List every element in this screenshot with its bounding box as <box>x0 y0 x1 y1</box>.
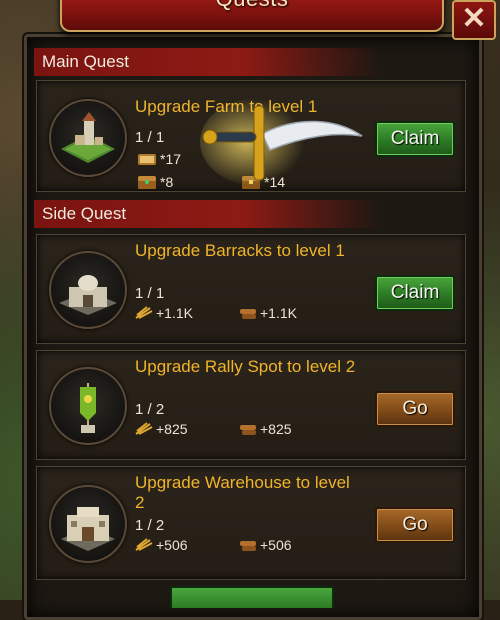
wood-icon <box>239 538 257 555</box>
main-quest-title: Upgrade Farm to level 1 <box>135 97 318 116</box>
dialog-title: Quests <box>62 0 442 12</box>
wood-icon <box>239 422 257 439</box>
dialog-title-banner: Quests <box>60 0 444 32</box>
gem-chest-icon <box>137 174 157 193</box>
reward-food: +506 <box>135 537 188 555</box>
side-quest-card: Upgrade Rally Spot to level 2 1 / 2 +825… <box>36 350 466 460</box>
book-icon <box>137 151 157 170</box>
bottom-action-button[interactable] <box>170 586 334 608</box>
main-quest-claim-button[interactable]: Claim <box>375 121 455 157</box>
reward-gem-chest-text: *8 <box>160 174 174 191</box>
reward-food-text: +1.1K <box>156 305 193 321</box>
side-quest-go-button[interactable]: Go <box>375 391 455 427</box>
chest-icon <box>241 174 261 193</box>
side-quest-title: Upgrade Rally Spot to level 2 <box>135 357 356 376</box>
side-quest-title: Upgrade Warehouse to level 2 <box>135 473 350 512</box>
reward-food-text: +825 <box>156 421 188 437</box>
reward-wood-text: +825 <box>260 421 292 437</box>
reward-food-text: +506 <box>156 537 188 553</box>
reward-chest: *14 <box>241 174 285 193</box>
side-quest-progress: 1 / 2 <box>135 517 165 534</box>
wheat-icon <box>135 422 153 439</box>
reward-chest-text: *14 <box>264 174 286 191</box>
side-quest-header: Side Quest <box>34 200 382 228</box>
barracks-building-icon <box>49 251 127 329</box>
close-button[interactable]: ✕ <box>452 0 496 40</box>
side-quest-go-button[interactable]: Go <box>375 507 455 543</box>
reward-book-text: *17 <box>160 151 182 168</box>
main-quest-progress: 1 / 1 <box>135 129 165 146</box>
warehouse-building-icon <box>49 485 127 563</box>
wheat-icon <box>135 306 153 323</box>
side-quest-card: Upgrade Barracks to level 1 1 / 1 +1.1K … <box>36 234 466 344</box>
reward-food: +1.1K <box>135 305 193 323</box>
main-quest-card: Upgrade Farm to level 1 1 / 1 *17 *8 *14… <box>36 80 466 192</box>
wheat-icon <box>135 538 153 555</box>
reward-food: +825 <box>135 421 188 439</box>
side-quest-progress: 1 / 2 <box>135 401 165 418</box>
reward-wood: +825 <box>239 421 292 439</box>
main-quest-header: Main Quest <box>34 48 382 76</box>
reward-wood: +1.1K <box>239 305 297 323</box>
reward-wood-text: +1.1K <box>260 305 297 321</box>
side-quest-claim-button[interactable]: Claim <box>375 275 455 311</box>
side-quest-progress: 1 / 1 <box>135 285 165 302</box>
reward-wood: +506 <box>239 537 292 555</box>
reward-gem-chest: *8 <box>137 174 173 193</box>
side-quest-title: Upgrade Barracks to level 1 <box>135 241 345 260</box>
farm-building-icon <box>49 99 127 177</box>
wood-icon <box>239 306 257 323</box>
close-icon: ✕ <box>461 2 487 35</box>
reward-wood-text: +506 <box>260 537 292 553</box>
rally-spot-building-icon <box>49 367 127 445</box>
reward-book: *17 <box>137 151 181 170</box>
side-quest-card: Upgrade Warehouse to level 2 1 / 2 +506 … <box>36 466 466 580</box>
